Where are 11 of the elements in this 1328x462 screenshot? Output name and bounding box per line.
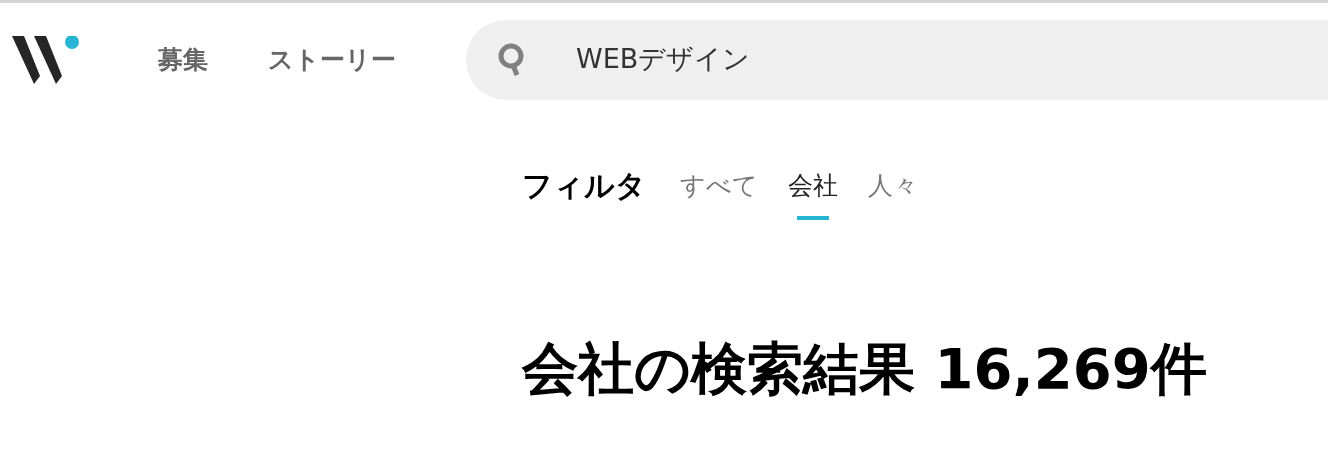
filter-tab[interactable]: すべて — [680, 166, 758, 220]
search-bar[interactable]: WEBデザイン — [466, 19, 1328, 100]
results-heading: 会社の検索結果 16,269件 — [522, 335, 1208, 403]
logo-icon[interactable] — [12, 35, 80, 84]
nav-link[interactable]: ストーリー — [268, 40, 396, 79]
filter-tab[interactable]: 会社 — [788, 166, 838, 220]
nav-link[interactable]: 募集 — [158, 40, 208, 79]
filter-label: フィルタ — [522, 167, 646, 205]
search-input[interactable]: WEBデザイン — [576, 39, 1328, 80]
filter-tab[interactable]: 人々 — [868, 166, 918, 220]
search-icon — [498, 42, 526, 77]
